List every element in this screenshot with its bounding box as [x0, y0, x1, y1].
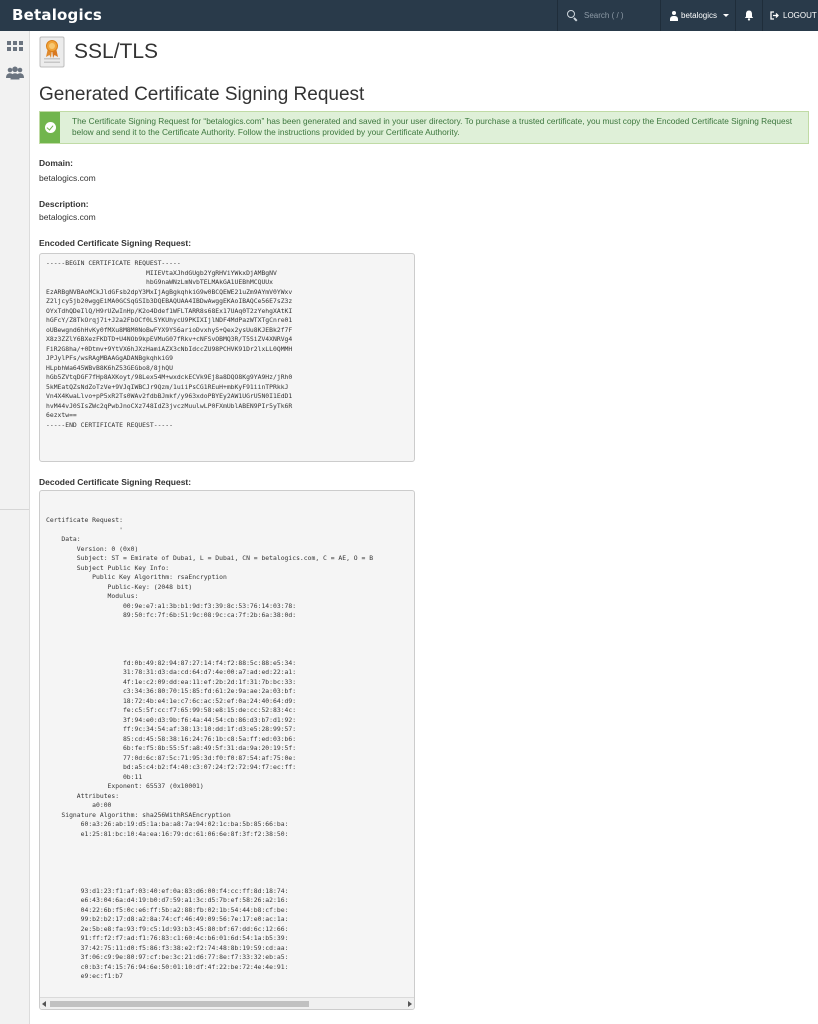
description-value: betalogics.com — [39, 212, 96, 222]
sidebar-divider — [0, 509, 29, 510]
alert-status-strip — [40, 112, 60, 143]
scrollbar-thumb[interactable] — [50, 1001, 309, 1007]
search-input[interactable]: Search ( / ) — [584, 11, 624, 20]
check-circle-icon — [44, 122, 56, 133]
domain-value: betalogics.com — [39, 173, 96, 183]
username-label: betalogics — [681, 11, 718, 20]
decoded-csr-label: Decoded Certificate Signing Request: — [39, 477, 192, 487]
top-navbar: Betalogics Search ( / ) betalogics LOGOU… — [0, 0, 818, 31]
bell-icon — [744, 10, 754, 21]
page-header: SSL/TLS — [39, 35, 158, 69]
decoded-csr-box[interactable]: Certificate Request: ' Data: Version: 0 … — [39, 490, 415, 1010]
scroll-right-arrow-icon[interactable] — [408, 1001, 412, 1007]
grid-icon — [7, 41, 23, 51]
horizontal-scrollbar[interactable] — [40, 997, 414, 1009]
user-icon — [670, 10, 678, 21]
alert-message: The Certificate Signing Request for “bet… — [72, 116, 793, 137]
section-heading: Generated Certificate Signing Request — [39, 84, 365, 105]
notifications-button[interactable] — [735, 0, 762, 31]
decoded-csr-text: Certificate Request: ' Data: Version: 0 … — [46, 516, 374, 980]
description-label: Description: — [39, 199, 89, 209]
sidebar-users-button[interactable] — [5, 64, 25, 82]
encoded-csr-label: Encoded Certificate Signing Request: — [39, 238, 192, 248]
success-alert: The Certificate Signing Request for “bet… — [39, 111, 809, 144]
scroll-left-arrow-icon[interactable] — [42, 1001, 46, 1007]
sidebar-tools-button[interactable] — [5, 37, 25, 55]
users-icon — [6, 66, 24, 80]
brand-logo[interactable]: Betalogics — [12, 6, 102, 24]
domain-label: Domain: — [39, 158, 73, 168]
logout-label: LOGOUT — [783, 11, 817, 20]
logout-icon — [770, 11, 779, 20]
certificate-icon — [39, 36, 65, 68]
search-icon — [567, 10, 578, 22]
encoded-csr-textarea[interactable]: -----BEGIN CERTIFICATE REQUEST----- MIIE… — [39, 253, 415, 462]
caret-down-icon — [723, 14, 730, 17]
left-sidebar — [0, 31, 30, 1024]
search-box[interactable]: Search ( / ) — [557, 0, 660, 31]
logout-button[interactable]: LOGOUT — [762, 0, 818, 31]
user-menu-button[interactable]: betalogics — [660, 0, 735, 31]
page-title: SSL/TLS — [74, 40, 159, 63]
